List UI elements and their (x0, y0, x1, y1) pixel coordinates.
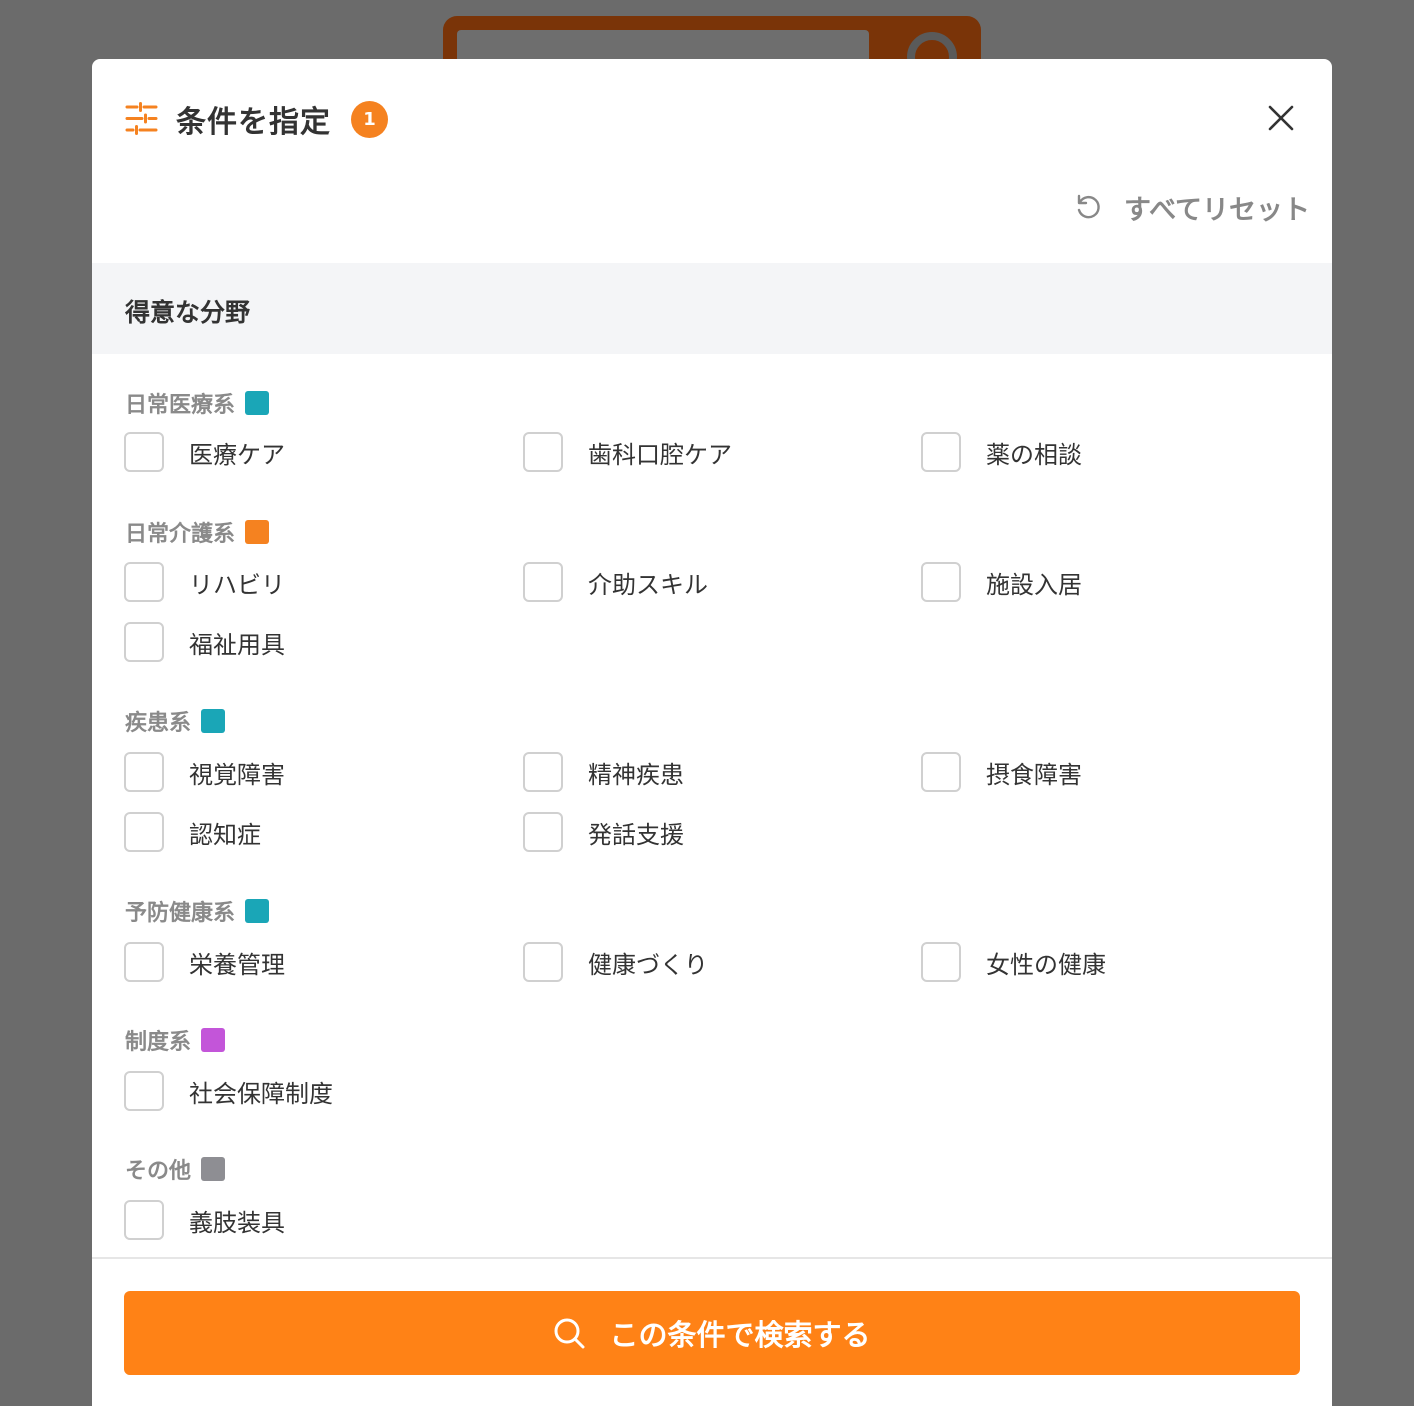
option-label: 医療ケア (189, 440, 285, 469)
checkbox[interactable] (124, 942, 164, 982)
checkbox[interactable] (124, 432, 164, 472)
checkbox[interactable] (523, 812, 563, 852)
checkbox[interactable] (523, 942, 563, 982)
section-header: 得意な分野 (92, 263, 1332, 354)
group-label-daily-care: 日常介護系 (125, 517, 270, 547)
checkbox[interactable] (124, 1071, 164, 1111)
reset-all-button[interactable]: すべてリセット (1074, 187, 1310, 227)
option-label: 義肢装具 (189, 1208, 285, 1237)
option-label: 福祉用具 (189, 630, 285, 659)
option-label: 歯科口腔ケア (588, 440, 732, 469)
option-label: 社会保障制度 (189, 1079, 333, 1108)
checkbox[interactable] (921, 942, 961, 982)
close-button[interactable] (1266, 103, 1296, 133)
option-dental-oral-care[interactable]: 歯科口腔ケア (523, 432, 732, 472)
search-submit-label: この条件で検索する (609, 1318, 871, 1352)
category-color-swatch (201, 1157, 226, 1181)
group-title: 日常介護系 (125, 522, 236, 547)
option-medicine-consult[interactable]: 薬の相談 (921, 432, 1082, 472)
option-label: リハビリ (189, 570, 285, 599)
option-label: 精神疾患 (588, 760, 684, 789)
option-facility-admission[interactable]: 施設入居 (921, 562, 1082, 602)
selected-count-badge: 1 (351, 101, 388, 138)
option-label: 健康づくり (588, 950, 708, 979)
category-color-swatch (201, 1028, 226, 1052)
category-color-swatch (245, 391, 270, 415)
checkbox[interactable] (921, 752, 961, 792)
checkbox[interactable] (124, 812, 164, 852)
option-label: 女性の健康 (986, 950, 1106, 979)
option-dementia[interactable]: 認知症 (124, 812, 261, 852)
filter-modal: 条件を指定 1 すべてリセット 得意な分野 日常医療系 医療ケア 歯科口腔ケア … (92, 59, 1332, 1406)
option-visual-impairment[interactable]: 視覚障害 (124, 752, 285, 792)
option-label: 摂食障害 (986, 760, 1082, 789)
option-speech-support[interactable]: 発話支援 (523, 812, 684, 852)
option-label: 介助スキル (588, 570, 708, 599)
checkbox[interactable] (124, 1200, 164, 1240)
checkbox[interactable] (523, 562, 563, 602)
option-label: 認知症 (189, 820, 261, 849)
search-icon (554, 1318, 585, 1349)
group-label-preventive-health: 予防健康系 (125, 896, 270, 926)
section-title: 得意な分野 (125, 298, 251, 327)
checkbox[interactable] (124, 752, 164, 792)
reset-icon (1077, 194, 1100, 219)
option-label: 視覚障害 (189, 760, 285, 789)
background-page (0, 0, 1414, 82)
group-title: 日常医療系 (125, 393, 236, 418)
option-label: 施設入居 (986, 570, 1082, 599)
option-womens-health[interactable]: 女性の健康 (921, 942, 1106, 982)
group-label-systems: 制度系 (125, 1025, 226, 1055)
checkbox[interactable] (921, 562, 961, 602)
close-icon (1268, 105, 1294, 131)
category-color-swatch (245, 899, 270, 923)
search-submit-button[interactable]: この条件で検索する (124, 1291, 1300, 1375)
option-label: 薬の相談 (986, 440, 1082, 469)
category-color-swatch (201, 709, 226, 733)
reset-label: すべてリセット (1123, 194, 1310, 226)
group-label-daily-medical: 日常医療系 (125, 388, 270, 418)
filter-sliders-icon (125, 102, 158, 135)
modal-title: 条件を指定 (176, 105, 331, 140)
option-health-promotion[interactable]: 健康づくり (523, 942, 708, 982)
modal-header: 条件を指定 1 (92, 59, 1332, 179)
group-label-other: その他 (125, 1154, 226, 1184)
option-medical-care[interactable]: 医療ケア (124, 432, 285, 472)
checkbox[interactable] (523, 432, 563, 472)
option-social-security[interactable]: 社会保障制度 (124, 1071, 333, 1111)
checkbox[interactable] (921, 432, 961, 472)
group-title: その他 (125, 1159, 192, 1184)
option-welfare-equipment[interactable]: 福祉用具 (124, 622, 285, 662)
option-assistance-skills[interactable]: 介助スキル (523, 562, 708, 602)
group-title: 予防健康系 (125, 901, 236, 926)
option-rehabilitation[interactable]: リハビリ (124, 562, 285, 602)
checkbox[interactable] (523, 752, 563, 792)
option-prosthetics[interactable]: 義肢装具 (124, 1200, 285, 1240)
category-color-swatch (245, 520, 270, 544)
option-eating-disorder[interactable]: 摂食障害 (921, 752, 1082, 792)
checkbox[interactable] (124, 562, 164, 602)
modal-footer: この条件で検索する (92, 1257, 1332, 1406)
group-label-diseases: 疾患系 (125, 706, 226, 736)
group-title: 制度系 (125, 1030, 192, 1055)
option-nutrition-management[interactable]: 栄養管理 (124, 942, 285, 982)
option-label: 発話支援 (588, 820, 684, 849)
checkbox[interactable] (124, 622, 164, 662)
option-mental-illness[interactable]: 精神疾患 (523, 752, 684, 792)
group-title: 疾患系 (125, 711, 192, 736)
option-label: 栄養管理 (189, 950, 285, 979)
